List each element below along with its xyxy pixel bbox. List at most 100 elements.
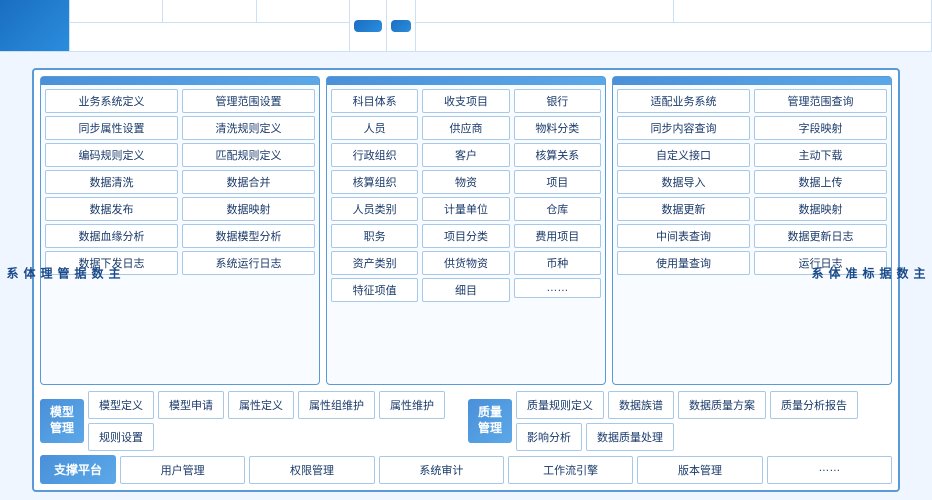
control-cell: 同步属性设置 (45, 116, 178, 140)
adapter-cell: 数据上传 (754, 170, 887, 194)
support-item: 权限管理 (249, 456, 374, 484)
dict-cell: 项目分类 (422, 224, 509, 248)
nav-right-group (416, 0, 932, 51)
dict-cell: 币种 (514, 251, 601, 275)
bottom-section: 模型管理 模型定义模型申请属性定义属性组维护属性维护规则设置 质量管理 质量规则… (40, 391, 892, 484)
dict-panel-body: 科目体系人员行政组织核算组织人员类别职务资产类别特征项值 收支项目供应商客户物资… (327, 85, 605, 384)
model-management-label: 模型管理 (40, 399, 84, 442)
nav-business-analysis[interactable] (163, 0, 256, 22)
quality-item: 质量规则定义 (516, 391, 604, 419)
dict-cell: 供应商 (422, 116, 509, 140)
control-panel-title (41, 77, 319, 85)
quality-management-label: 质量管理 (468, 399, 512, 442)
model-item: 模型定义 (88, 391, 154, 419)
quality-item: 数据质量方案 (678, 391, 766, 419)
nav-dashboard-report[interactable] (196, 33, 224, 41)
control-cell: 数据清洗 (45, 170, 178, 194)
model-items: 模型定义模型申请属性定义属性组维护属性维护规则设置 (88, 391, 464, 451)
support-item: 工作流引擎 (508, 456, 633, 484)
dict-cell: 特征项值 (331, 278, 418, 302)
nav-business-operation[interactable] (646, 33, 674, 41)
support-platform-label: 支撑平台 (40, 455, 116, 484)
dict-cell: 银行 (514, 89, 601, 113)
control-cell: 数据模型分析 (182, 224, 315, 248)
control-cell: 业务系统定义 (45, 89, 178, 113)
control-panel-body: 业务系统定义同步属性设置编码规则定义数据清洗数据发布数据血缘分析数据下发日志 管… (41, 85, 319, 384)
control-cell: 管理范围设置 (182, 89, 315, 113)
right-side-label: 主数据标准体系 (809, 267, 928, 282)
adapter-cell: 数据导入 (617, 170, 750, 194)
adapter-col2: 管理范围查询字段映射主动下载数据上传数据映射数据更新日志运行日志 (754, 89, 887, 380)
support-item: 版本管理 (637, 456, 762, 484)
control-col1: 业务系统定义同步属性设置编码规则定义数据清洗数据发布数据血缘分析数据下发日志 (45, 89, 178, 380)
model-item: 属性组维护 (298, 391, 375, 419)
quality-item: 数据族谱 (608, 391, 674, 419)
adapter-panel-body: 适配业务系统同步内容查询自定义接口数据导入数据更新中间表查询使用量查询 管理范围… (613, 85, 891, 384)
dict-cell: 细目 (422, 278, 509, 302)
dict-cell: 科目体系 (331, 89, 418, 113)
dict-cell: 项目 (514, 170, 601, 194)
support-platform-row: 支撑平台 用户管理权限管理系统审计工作流引擎版本管理…… (40, 455, 892, 484)
control-col2: 管理范围设置清洗规则定义匹配规则定义数据合并数据映射数据模型分析系统运行日志 (182, 89, 315, 380)
three-col-panels: 业务系统定义同步属性设置编码规则定义数据清洗数据发布数据血缘分析数据下发日志 管… (40, 76, 892, 385)
model-item: 属性维护 (379, 391, 445, 419)
adapter-cell: 数据映射 (754, 197, 887, 221)
model-item: 规则设置 (88, 423, 154, 451)
quality-item: 数据质量处理 (586, 423, 674, 451)
control-cell: 数据映射 (182, 197, 315, 221)
dict-cell: 行政组织 (331, 143, 418, 167)
adapter-cell: 数据更新日志 (754, 224, 887, 248)
adapter-cell: 中间表查询 (617, 224, 750, 248)
support-items: 用户管理权限管理系统审计工作流引擎版本管理…… (120, 456, 892, 484)
nav-portal[interactable] (391, 20, 411, 32)
adapter-cell: 数据更新 (617, 197, 750, 221)
nav-business-app[interactable] (354, 20, 382, 32)
dict-panel: 科目体系人员行政组织核算组织人员类别职务资产类别特征项值 收支项目供应商客户物资… (326, 76, 606, 385)
nav-management-cockpit[interactable] (70, 0, 163, 22)
dict-cell: 职务 (331, 224, 418, 248)
adapter-cell: 适配业务系统 (617, 89, 750, 113)
dict-cell: 计量单位 (422, 197, 509, 221)
nav-apply-approve[interactable] (674, 0, 931, 22)
model-quality-row: 模型管理 模型定义模型申请属性定义属性组维护属性维护规则设置 质量管理 质量规则… (40, 391, 892, 451)
control-cell: 数据血缘分析 (45, 224, 178, 248)
nav-ellipsis-right[interactable] (674, 33, 702, 41)
dict-panel-title (327, 77, 605, 85)
adapter-cell: 自定义接口 (617, 143, 750, 167)
nav-indicator-warning[interactable] (257, 0, 349, 22)
support-item: …… (767, 456, 892, 484)
support-item: 用户管理 (120, 456, 245, 484)
dict-cell: …… (514, 278, 601, 298)
dict-cell: 核算组织 (331, 170, 418, 194)
model-item: 属性定义 (228, 391, 294, 419)
control-cell: 数据合并 (182, 170, 315, 194)
adapter-cell: 字段映射 (754, 116, 887, 140)
dict-cell: 资产类别 (331, 251, 418, 275)
nav-portal-container (387, 0, 416, 51)
nav-analysis-group (70, 0, 350, 51)
adapter-panel-title (613, 77, 891, 85)
dict-col1: 科目体系人员行政组织核算组织人员类别职务资产类别特征项值 (331, 89, 418, 380)
nav-analysis-top (70, 0, 349, 23)
left-side-container: 主数据管理体系 (4, 267, 123, 285)
control-cell: 数据发布 (45, 197, 178, 221)
adapter-cell: 主动下载 (754, 143, 887, 167)
left-side-label: 主数据管理体系 (4, 267, 123, 282)
adapter-cell: 使用量查询 (617, 251, 750, 275)
dict-cell: 核算关系 (514, 143, 601, 167)
nav-analysis-bottom (70, 23, 349, 51)
nav-data-analysis[interactable] (0, 0, 70, 51)
dict-cell: 人员 (331, 116, 418, 140)
content-area: 主数据管理体系 主数据标准体系 业务系统定义同步属性设置编码规则定义数据清洗数据… (0, 52, 932, 500)
nav-right-bottom (416, 23, 931, 51)
quality-item: 影响分析 (516, 423, 582, 451)
quality-items: 质量规则定义数据族谱数据质量方案质量分析报告影响分析数据质量处理 (516, 391, 892, 451)
support-item: 系统审计 (379, 456, 504, 484)
main-container: 主数据管理体系 主数据标准体系 业务系统定义同步属性设置编码规则定义数据清洗数据… (0, 0, 932, 500)
nav-proxy-matters[interactable] (416, 0, 674, 22)
inner-content: 业务系统定义同步属性设置编码规则定义数据清洗数据发布数据血缘分析数据下发日志 管… (32, 68, 900, 492)
nav-right-top (416, 0, 931, 23)
dict-cell: 客户 (422, 143, 509, 167)
quality-item: 质量分析报告 (770, 391, 858, 419)
dict-cell: 费用项目 (514, 224, 601, 248)
